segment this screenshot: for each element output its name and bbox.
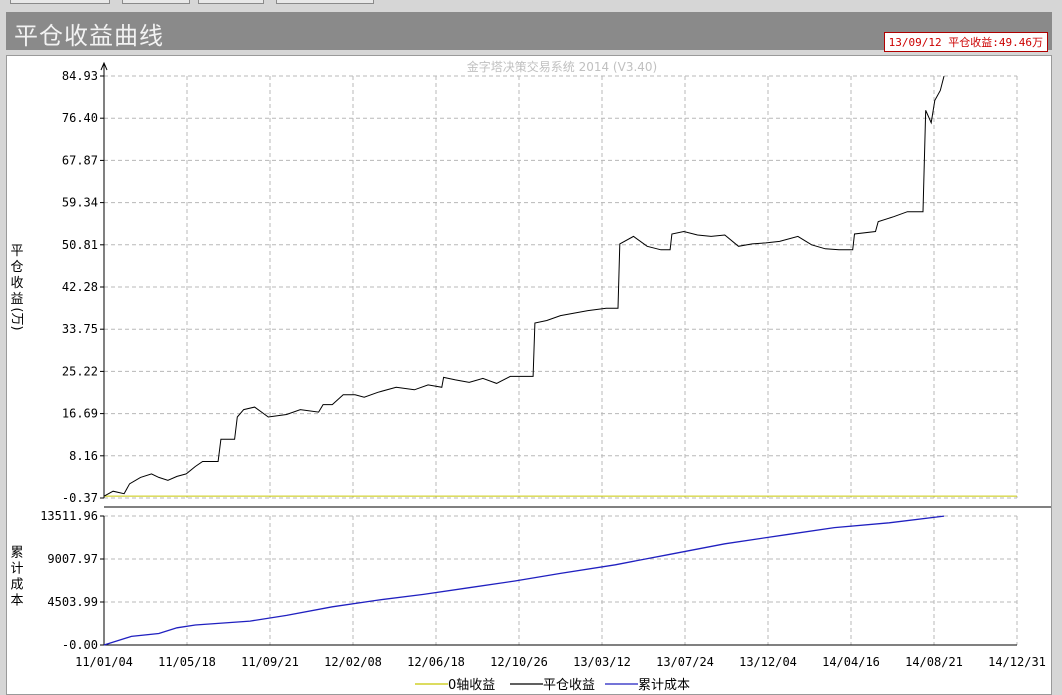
x-tick-label: 14/08/21	[905, 655, 963, 669]
legend-layer: 0轴收益 平仓收益 累计成本	[415, 678, 690, 693]
y-tick-label: 4503.99	[47, 595, 98, 609]
y-axis-label: 平	[10, 244, 23, 259]
y-axis-label: 收	[10, 276, 23, 291]
y-axis-label: 计	[10, 562, 23, 577]
x-tick-label: 11/05/18	[158, 655, 216, 669]
series-line-平仓收益	[103, 75, 945, 497]
chart-panel: 11/01/04 11/05/18 11/09/21 12/02/08 12/06/18…	[6, 55, 1052, 695]
equity-chart: 11/01/04 11/05/18 11/09/21 12/02/08 12/06/18…	[9, 59, 1051, 693]
y-axis-label: 仓	[10, 260, 23, 275]
y-tick-label: 25.22	[62, 364, 98, 378]
x-tick-label: 14/04/16	[822, 655, 880, 669]
x-tick-label: 11/01/04	[75, 655, 133, 669]
y-axis-label: 益	[10, 292, 23, 307]
x-tick-label: 12/06/18	[407, 655, 465, 669]
x-tick-label: 11/09/21	[241, 655, 299, 669]
x-tick-label: 13/12/04	[739, 655, 797, 669]
y-tick-label: 84.93	[62, 69, 98, 83]
y-tick-label: 9007.97	[47, 552, 98, 566]
x-tick-label: 12/02/08	[324, 655, 382, 669]
status-readout: 13/09/12 平仓收益:49.46万	[883, 32, 1048, 52]
y-tick-label: 50.81	[62, 238, 98, 252]
y-tick-label: -0.37	[62, 491, 98, 505]
y-tick-label: 13511.96	[40, 509, 98, 523]
top-tab-1[interactable]	[10, 0, 110, 4]
y-axis-label: (万)	[9, 307, 24, 330]
legend-label: 0轴收益	[448, 678, 495, 693]
label-layer: 11/01/04 11/05/18 11/09/21 12/02/08 12/06/18…	[9, 59, 1046, 669]
y-tick-label: 59.34	[62, 196, 98, 210]
watermark: 金字塔决策交易系统 2014 (V3.40)	[467, 59, 657, 74]
y-tick-label: 76.40	[62, 111, 98, 125]
y-tick-label: 8.16	[69, 449, 98, 463]
top-tab-4[interactable]	[276, 0, 374, 4]
y-tick-label: 42.28	[62, 280, 98, 294]
top-tab-strip	[0, 0, 1062, 6]
y-axis-label: 累	[10, 546, 23, 561]
page-title: 平仓收益曲线	[14, 22, 164, 50]
y-tick-label: 67.87	[62, 153, 98, 167]
series-layer	[103, 75, 1017, 646]
y-tick-label: 16.69	[62, 407, 98, 421]
x-tick-label: 14/12/31	[988, 655, 1046, 669]
top-tab-3[interactable]	[198, 0, 264, 4]
y-axis-label: 本	[10, 594, 23, 609]
series-line-累计成本	[103, 515, 945, 646]
x-tick-label: 13/07/24	[656, 655, 714, 669]
legend-label: 累计成本	[638, 678, 690, 693]
top-tab-2[interactable]	[122, 0, 190, 4]
legend-label: 平仓收益	[543, 678, 595, 693]
title-bar: 平仓收益曲线 13/09/12 平仓收益:49.46万	[6, 12, 1052, 52]
y-tick-label: 33.75	[62, 322, 98, 336]
x-tick-label: 12/10/26	[490, 655, 548, 669]
y-tick-label: -0.00	[62, 638, 98, 652]
x-tick-label: 13/03/12	[573, 655, 631, 669]
axis-layer	[100, 61, 1051, 646]
y-axis-label: 成	[10, 578, 23, 593]
grid-layer	[103, 75, 1018, 646]
